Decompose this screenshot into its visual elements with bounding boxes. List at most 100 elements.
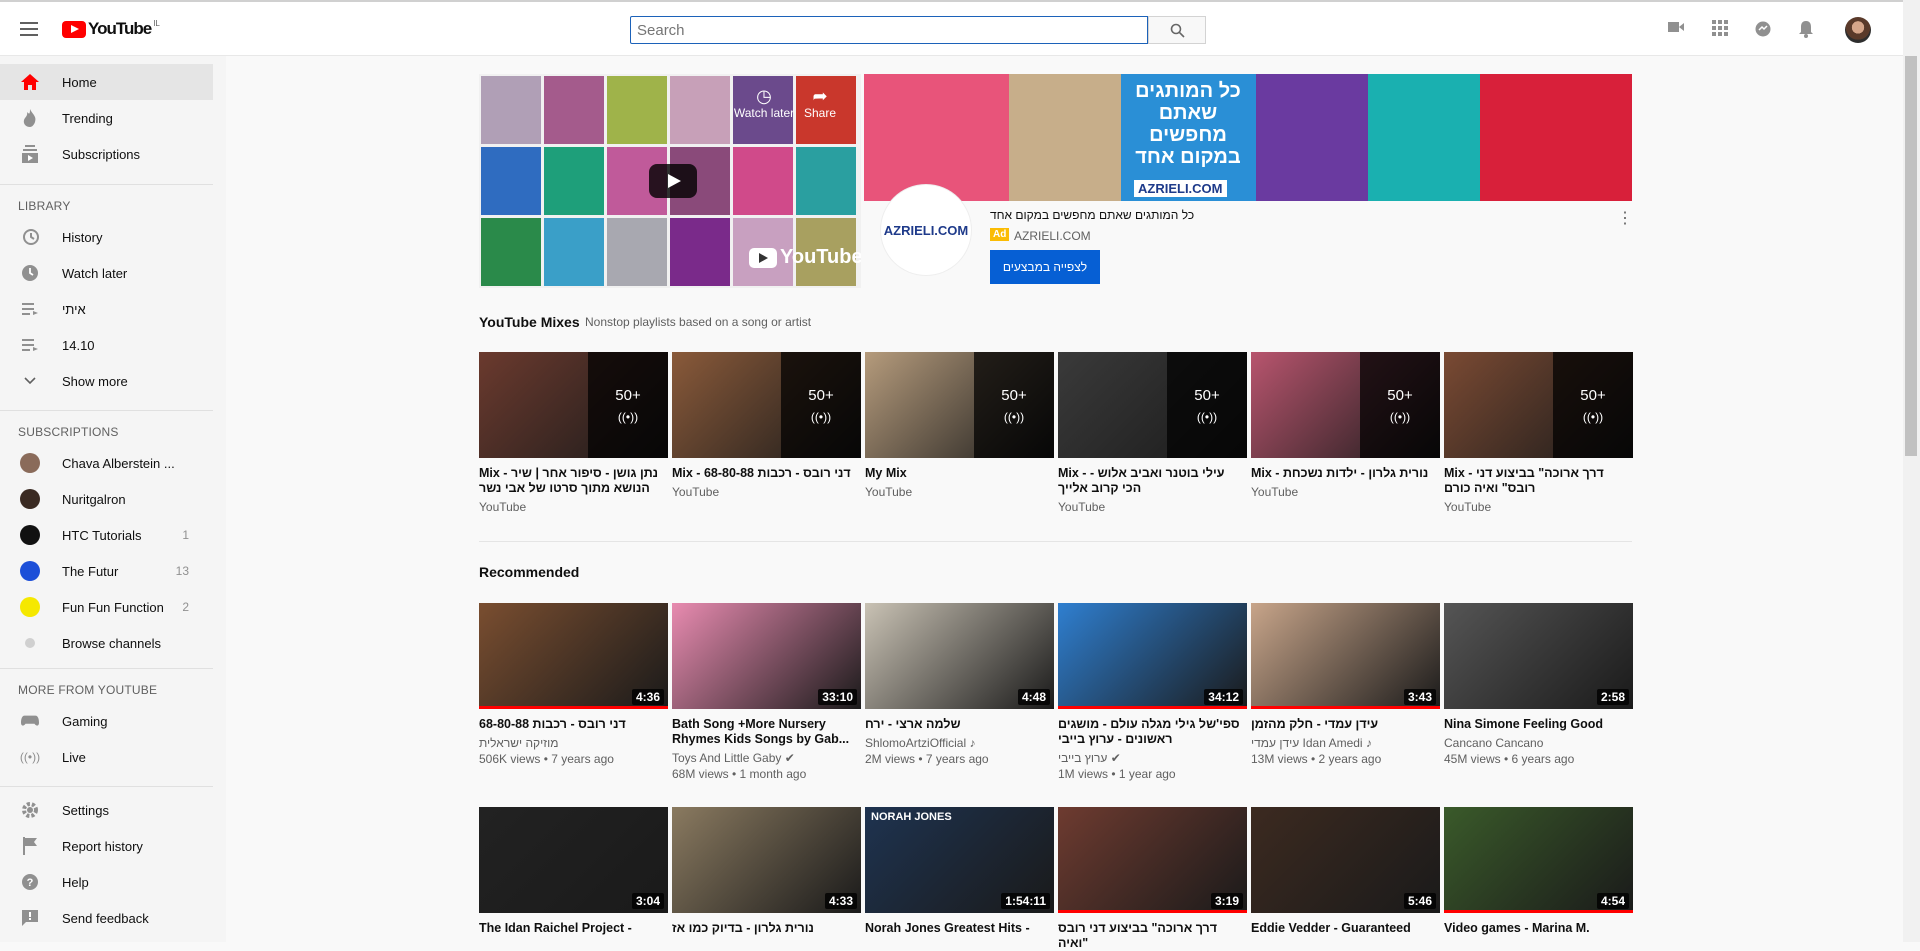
video-card[interactable]: 4:54 Video games - Marina M.: [1444, 807, 1633, 936]
sidebar-item-subscriptions[interactable]: Subscriptions: [0, 136, 213, 172]
mix-card[interactable]: 50+ ((•)) Mix - נתן גושן - סיפור אחר | שיר…: [479, 352, 668, 514]
video-title[interactable]: Nina Simone Feeling Good: [1444, 717, 1633, 732]
mix-card[interactable]: 50+ ((•)) Mix - 68-80-88 דני רובס - רכבות Y…: [672, 352, 861, 499]
create-video-icon[interactable]: [1666, 20, 1686, 40]
video-thumbnail[interactable]: 50+ ((•)): [1058, 352, 1247, 458]
video-card[interactable]: 3:43 עידן עמדי - חלק מהזמן עידן עמדי Idan …: [1251, 603, 1440, 766]
channel-name[interactable]: Toys And Little Gaby ✔: [672, 751, 861, 765]
sidebar-item-playlist-2[interactable]: 14.10: [0, 327, 213, 363]
ad-title[interactable]: כל המותגים שאתם מחפשים במקום אחד: [990, 208, 1410, 222]
search-input[interactable]: [630, 16, 1148, 44]
ad-video-player[interactable]: ◷ Watch later ➦ Share YouTube: [479, 74, 861, 288]
video-thumbnail[interactable]: 4:36: [479, 603, 668, 709]
sidebar-item-gaming[interactable]: Gaming: [0, 703, 213, 739]
video-card[interactable]: 4:36 68-80-88 דני רובס - רכבות מוזיקה ישרא…: [479, 603, 668, 766]
sidebar-item-subscription[interactable]: The Futur 13: [0, 553, 213, 589]
video-card[interactable]: 3:19 דרך ארוכה" בביצוע דני רובס ואיה": [1058, 807, 1247, 951]
watch-later-button[interactable]: ◷ Watch later: [731, 86, 797, 120]
sidebar-item-history[interactable]: History: [0, 219, 213, 255]
sidebar-item-subscription[interactable]: Fun Fun Function 2: [0, 589, 213, 625]
video-thumbnail[interactable]: 33:10: [672, 603, 861, 709]
sidebar-item-settings[interactable]: Settings: [0, 792, 213, 828]
video-card[interactable]: NORAH JONES 1:54:11 Norah Jones Greatest H…: [865, 807, 1054, 936]
video-thumbnail[interactable]: 34:12: [1058, 603, 1247, 709]
channel-name[interactable]: YouTube: [1058, 500, 1247, 514]
video-title[interactable]: עידן עמדי - חלק מהזמן: [1251, 717, 1440, 732]
messages-icon[interactable]: [1753, 20, 1773, 40]
sidebar-item-watch-later[interactable]: Watch later: [0, 255, 213, 291]
video-thumbnail[interactable]: 50+ ((•)): [479, 352, 668, 458]
mixes-heading[interactable]: YouTube Mixes: [479, 314, 580, 330]
video-thumbnail[interactable]: 5:46: [1251, 807, 1440, 913]
video-title[interactable]: Video games - Marina M.: [1444, 921, 1633, 936]
ad-banner[interactable]: כל המותגים שאתם מחפשים במקום אחד AZRIELI…: [864, 74, 1632, 201]
notifications-bell-icon[interactable]: [1796, 20, 1816, 40]
mix-card[interactable]: 50+ ((•)) Mix - עילי בוטנר ואביב אלוש - הכ…: [1058, 352, 1247, 514]
video-title[interactable]: Mix - 68-80-88 דני רובס - רכבות: [672, 466, 861, 481]
play-button-icon[interactable]: [649, 164, 697, 198]
video-thumbnail[interactable]: 4:33: [672, 807, 861, 913]
video-title[interactable]: Norah Jones Greatest Hits -: [865, 921, 1054, 936]
video-thumbnail[interactable]: 4:48: [865, 603, 1054, 709]
sidebar-item-playlist-1[interactable]: איתי: [0, 291, 213, 327]
video-title[interactable]: The Idan Raichel Project -: [479, 921, 668, 936]
sidebar-item-send-feedback[interactable]: Send feedback: [0, 900, 213, 936]
video-thumbnail[interactable]: 2:58: [1444, 603, 1633, 709]
video-card[interactable]: 2:58 Nina Simone Feeling Good Cancano Canc…: [1444, 603, 1633, 766]
more-options-icon[interactable]: ⋮: [1617, 208, 1633, 228]
advertiser-logo[interactable]: AZRIELI.COM: [881, 185, 971, 275]
channel-name[interactable]: עידן עמדי Idan Amedi ♪: [1251, 736, 1440, 750]
mix-card[interactable]: 50+ ((•)) Mix - דרך ארוכה" בביצוע דני רובס…: [1444, 352, 1633, 514]
menu-icon[interactable]: [20, 22, 38, 36]
channel-name[interactable]: YouTube: [672, 485, 861, 499]
video-thumbnail[interactable]: 4:54: [1444, 807, 1633, 913]
video-title[interactable]: Eddie Vedder - Guaranteed: [1251, 921, 1440, 936]
channel-name[interactable]: YouTube: [1444, 500, 1633, 514]
channel-name[interactable]: ערוץ בייבי ✔: [1058, 751, 1247, 765]
sidebar-item-trending[interactable]: Trending: [0, 100, 213, 136]
search-button[interactable]: [1148, 16, 1206, 44]
channel-name[interactable]: YouTube: [865, 485, 1054, 499]
video-thumbnail[interactable]: 50+ ((•)): [1444, 352, 1633, 458]
channel-name[interactable]: ShlomoArtziOfficial ♪: [865, 736, 1054, 750]
channel-name[interactable]: Cancano Cancano: [1444, 736, 1633, 750]
share-button[interactable]: ➦ Share: [795, 86, 845, 120]
video-thumbnail[interactable]: NORAH JONES 1:54:11: [865, 807, 1054, 913]
video-thumbnail[interactable]: 3:43: [1251, 603, 1440, 709]
youtube-logo[interactable]: YouTube IL: [62, 19, 160, 39]
apps-icon[interactable]: [1710, 20, 1730, 40]
account-avatar[interactable]: [1845, 17, 1871, 43]
video-thumbnail[interactable]: 50+ ((•)): [865, 352, 1054, 458]
video-title[interactable]: Mix - נתן גושן - סיפור אחר | שיר הנושא מ…: [479, 466, 668, 496]
scrollbar-thumb[interactable]: [1905, 56, 1917, 456]
channel-name[interactable]: YouTube: [1251, 485, 1440, 499]
sidebar-item-report-history[interactable]: Report history: [0, 828, 213, 864]
sidebar-item-show-more[interactable]: Show more: [0, 363, 213, 399]
video-thumbnail[interactable]: 3:19: [1058, 807, 1247, 913]
channel-name[interactable]: מוזיקה ישראלית: [479, 736, 668, 750]
video-thumbnail[interactable]: 50+ ((•)): [672, 352, 861, 458]
sidebar-item-live[interactable]: ((•)) Live: [0, 739, 213, 775]
video-title[interactable]: My Mix: [865, 466, 1054, 481]
video-thumbnail[interactable]: 50+ ((•)): [1251, 352, 1440, 458]
video-title[interactable]: 68-80-88 דני רובס - רכבות: [479, 717, 668, 732]
video-card[interactable]: 3:04 The Idan Raichel Project -: [479, 807, 668, 936]
video-title[interactable]: נורית גלרון - בדיוק כמו אז: [672, 921, 861, 936]
video-card[interactable]: 5:46 Eddie Vedder - Guaranteed: [1251, 807, 1440, 936]
channel-name[interactable]: YouTube: [479, 500, 668, 514]
sidebar-item-subscription[interactable]: Chava Alberstein ...: [0, 445, 213, 481]
sidebar-item-subscription[interactable]: Browse channels: [0, 625, 213, 661]
video-title[interactable]: Bath Song +More Nursery Rhymes Kids Song…: [672, 717, 861, 747]
youtube-watermark[interactable]: YouTube: [749, 246, 861, 269]
video-title[interactable]: Mix - עילי בוטנר ואביב אלוש - הכי קרוב א…: [1058, 466, 1247, 496]
sidebar-item-home[interactable]: Home: [0, 64, 213, 100]
video-card[interactable]: 33:10 Bath Song +More Nursery Rhymes Kids…: [672, 603, 861, 781]
video-card[interactable]: 4:48 שלמה ארצי - ירח ShlomoArtziOfficial ♪…: [865, 603, 1054, 766]
video-title[interactable]: Mix - דרך ארוכה" בביצוע דני רובס" ואיה כ…: [1444, 466, 1633, 496]
sidebar-item-help[interactable]: ? Help: [0, 864, 213, 900]
video-card[interactable]: 34:12 ספי'של גילי מגלה עולם - מושגים ראשו…: [1058, 603, 1247, 781]
sidebar-item-subscription[interactable]: HTC Tutorials 1: [0, 517, 213, 553]
video-title[interactable]: שלמה ארצי - ירח: [865, 717, 1054, 732]
video-thumbnail[interactable]: 3:04: [479, 807, 668, 913]
video-title[interactable]: דרך ארוכה" בביצוע דני רובס ואיה": [1058, 921, 1247, 951]
